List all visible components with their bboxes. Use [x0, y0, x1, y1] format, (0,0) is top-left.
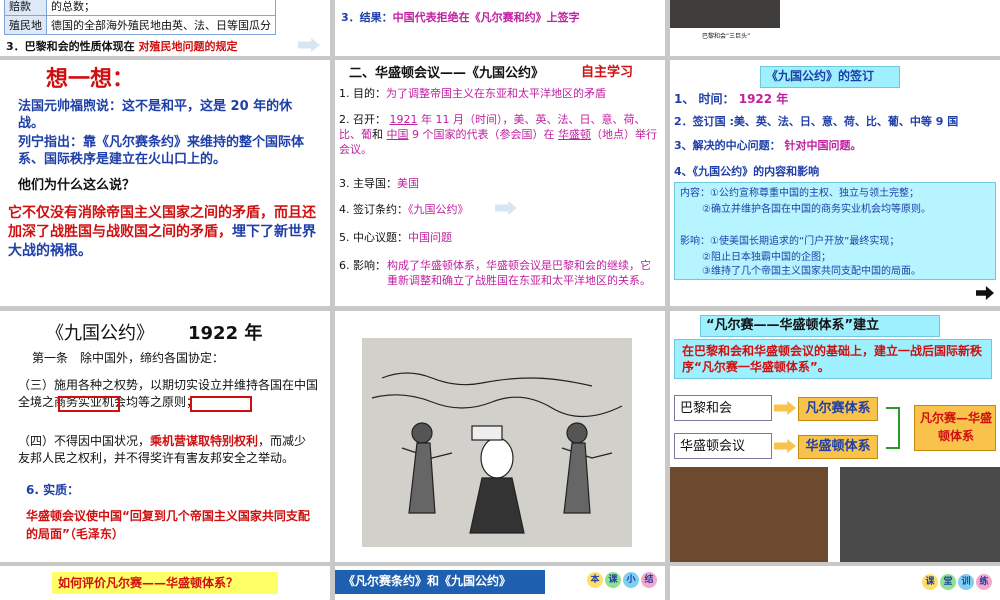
treaty-table: 赔款 的总数； 殖民地 德国的全部海外殖民地由英、法、日等国瓜分 [4, 0, 276, 35]
washington-label: 华盛顿会议 [680, 439, 746, 454]
conference-photo-2 [840, 467, 1000, 562]
treaty-year: 1922 年 [188, 323, 263, 344]
table-cell: 赔款 [4, 0, 47, 16]
slide-12[interactable]: 课 堂 训 练 [670, 566, 1000, 600]
badge-icon: 练 [976, 574, 992, 590]
item-impact-label: 6. 影响： [339, 259, 386, 272]
essence-text: 华盛顿会议使中国“回复到几个帝国主义国家共同支配的局面”（毛泽东） [26, 509, 310, 541]
result-line: 3．结果：中国代表拒绝在《凡尔赛和约》上签字 [341, 11, 580, 24]
question-text: 如何评价凡尔赛——华盛顿体系？ [58, 576, 239, 590]
clause-4: （四）不得因中国状况，乘机营谋取特别权利，而减少友邦人民之权利，并不得奖许有害友… [18, 434, 307, 465]
item-convened: 2. 召开： 1921 年 11 月（时间），美、英、法、日、意、荷、比、葡和 … [339, 113, 657, 156]
item-purpose: 1. 目的：为了调整帝国主义在东亚和太平洋地区的矛盾 [339, 87, 606, 100]
next-arrow-icon[interactable] [495, 201, 517, 215]
slide-4[interactable]: 想一想： 法国元帅福煦说：这不是和平，这是 20 年的休战。 列宁指出：靠《凡尔… [0, 60, 330, 306]
washington-system-box: 华盛顿体系 [798, 435, 878, 459]
slide-11[interactable]: 《凡尔赛条约》和《九国公约》 本 课 小 结 [335, 566, 665, 600]
highlight-box [190, 396, 252, 412]
slide-title: 《凡尔赛条约》和《九国公约》 [343, 574, 512, 588]
impact-1: 影响：①使美国长期追求的“门户开放”最终实现； [680, 236, 900, 247]
answer: 它不仅没有消除帝国主义国家之间的矛盾，而且还加深了战胜国与战败国之间的矛盾，埋下… [8, 205, 316, 259]
slide-10[interactable]: 如何评价凡尔赛——华盛顿体系？ [0, 566, 330, 600]
versailles-system-box: 凡尔赛体系 [798, 397, 878, 421]
banner-text: 在巴黎和会和华盛顿会议的基础上，建立一战后国际新秩序“凡尔赛一华盛顿体系”。 [682, 344, 983, 374]
cartoon-sketch [362, 338, 632, 547]
treaty-title: 《九国公约》 [46, 323, 154, 344]
table-cell: 的总数； [46, 0, 276, 16]
badge-icon: 课 [605, 572, 621, 588]
big-three-photo [670, 0, 780, 28]
slide-title: “凡尔赛——华盛顿体系”建立 [706, 318, 880, 333]
content-title: 4、《九国公约》的内容和影响 [674, 165, 820, 178]
arrow-icon [774, 439, 796, 453]
content-1: 内容：①公约宣称尊重中国的主权、独立与领土完整； [680, 188, 919, 199]
countries-line: 2．签订国 :美、英、法、日、意、荷、比、葡、中等 9 国 [674, 115, 959, 128]
arrow-icon [774, 401, 796, 415]
highlight-box [58, 396, 120, 412]
article-1: 第一条 除中国外，缔约各国协定： [32, 351, 225, 365]
paris-label: 巴黎和会 [680, 401, 733, 416]
item-leader: 3. 主导国：美国 [339, 177, 419, 190]
conference-photo-1 [670, 467, 828, 562]
slide-3[interactable]: 巴黎和会“三巨头” [670, 0, 1000, 56]
lenin-quote: 列宁指出：靠《凡尔赛条约》来维持的整个国际体系、国际秩序是建立在火山口上的。 [18, 135, 305, 167]
item-impact-text: 构成了华盛顿体系，华盛顿会议是巴黎和会的继续，它重新调整和确立了战胜国在东亚和太… [387, 259, 651, 287]
table-cell: 德国的全部海外殖民地由英、法、日等国瓜分 [46, 15, 276, 35]
badge-icon: 训 [958, 574, 974, 590]
item-3: 3．巴黎和会的性质体现在 对殖民地问题的规定 [6, 40, 238, 53]
section-title: 二、华盛顿会议——《九国公约》 [349, 66, 545, 81]
next-arrow-icon[interactable] [298, 38, 320, 52]
self-study-label: 自主学习 [581, 65, 634, 80]
bracket-icon [886, 407, 900, 449]
time-line: 1、 时间： 1922 年 [674, 92, 789, 106]
impact-2: ②阻止日本独霸中国的企图； [702, 252, 831, 263]
photo-caption: 巴黎和会“三巨头” [702, 33, 751, 40]
badge-icon: 本 [587, 572, 603, 588]
badge-icon: 堂 [940, 574, 956, 590]
table-cell: 殖民地 [4, 15, 47, 35]
badge-icon: 结 [641, 572, 657, 588]
slide-2[interactable]: 3．结果：中国代表拒绝在《凡尔赛和约》上签字 [335, 0, 665, 56]
badge-icon: 小 [623, 572, 639, 588]
badge-icon: 课 [922, 574, 938, 590]
slide-8[interactable] [335, 311, 665, 562]
slide-5[interactable]: 二、华盛顿会议——《九国公约》 自主学习 1. 目的：为了调整帝国主义在东亚和太… [335, 60, 665, 306]
impact-3: ③维持了几个帝国主义国家共同支配中国的局面。 [702, 266, 921, 277]
slide-6[interactable]: 《九国公约》的签订 1、 时间： 1922 年 2．签订国 :美、英、法、日、意… [670, 60, 1000, 306]
essence-label: 6. 实质： [26, 483, 80, 497]
think-title: 想一想： [46, 67, 135, 92]
next-arrow-icon[interactable] [976, 286, 994, 300]
slide-1[interactable]: 赔款 的总数； 殖民地 德国的全部海外殖民地由英、法、日等国瓜分 3．巴黎和会的… [0, 0, 330, 56]
slide-title: 《九国公约》的签订 [766, 69, 875, 83]
slide-9[interactable]: “凡尔赛——华盛顿体系”建立 在巴黎和会和华盛顿会议的基础上，建立一战后国际新秩… [670, 311, 1000, 562]
issue-line: 3、解决的中心问题： 针对中国问题。 [674, 139, 862, 152]
content-2: ②确立并维护各国在中国的商务实业机会均等原则。 [702, 204, 931, 215]
item-topic: 5. 中心议题：中国问题 [339, 231, 452, 244]
slide-7[interactable]: 《九国公约》 1922 年 第一条 除中国外，缔约各国协定： （三）施用各种之权… [0, 311, 330, 562]
combined-system-label: 凡尔赛—华盛顿体系 [919, 411, 992, 443]
item-treaty: 4. 签订条约：《九国公约》 [339, 203, 469, 216]
question: 他们为什么这么说？ [18, 178, 136, 193]
foch-quote: 法国元帅福煦说：这不是和平，这是 20 年的休战。 [18, 99, 293, 131]
political-cartoon-image [362, 338, 632, 547]
